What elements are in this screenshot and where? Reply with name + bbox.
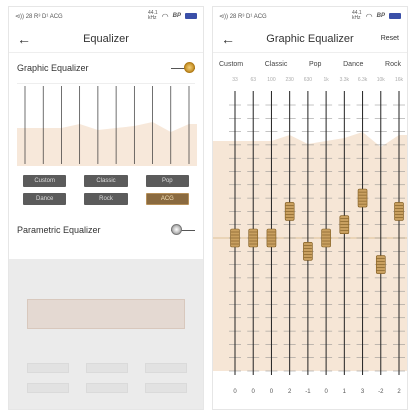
- graphic-eq-preview[interactable]: [17, 83, 197, 166]
- eq-sliders-area: [213, 91, 407, 381]
- status-left-text: ⊲)) 28 R³ D¹ ACG: [219, 13, 267, 20]
- status-left-text: ⊲)) 28 R³ D¹ ACG: [15, 13, 63, 20]
- eq-sliders: [213, 91, 407, 375]
- gain-value: 2: [397, 389, 401, 395]
- gain-value: 3: [360, 389, 365, 395]
- graphic-eq-label: Graphic Equalizer: [17, 63, 89, 73]
- frequency-label: 100: [267, 77, 276, 83]
- parametric-eq-toggle[interactable]: [171, 224, 195, 236]
- back-arrow-icon[interactable]: ←: [221, 31, 239, 47]
- frequency-label: 630: [303, 77, 313, 83]
- app-bar: ← Graphic Equalizer Reset: [213, 25, 407, 53]
- preset-button-rock[interactable]: Rock: [84, 193, 128, 205]
- frequency-labels: 33 63 100 230 630 1k 3.3k 6.3k 10k 16k: [213, 75, 407, 89]
- eq-preview-chart: [17, 86, 197, 166]
- page-title: Equalizer: [83, 32, 129, 45]
- gain-value: 0: [233, 389, 237, 395]
- gain-value: -1: [305, 389, 311, 395]
- status-bar: ⊲)) 28 R³ D¹ ACG 44.1 kHz ◠ BP: [213, 7, 407, 25]
- gain-value: 0: [251, 389, 255, 395]
- frequency-label: 10k: [376, 77, 385, 83]
- preset-button-pop[interactable]: Pop: [145, 175, 189, 187]
- preset-grid: Custom Classic Pop Dance Rock ACG: [9, 165, 203, 211]
- wifi-icon: ◠: [365, 11, 373, 21]
- toggle-knob-off: [171, 224, 182, 235]
- frequency-label: 16k: [394, 77, 404, 83]
- tab-rock[interactable]: Rock: [385, 61, 401, 68]
- sample-rate-unit: kHz: [351, 15, 361, 21]
- gain-values: 0 0 0 2 -1 0 1 3 -2 2: [213, 389, 407, 399]
- frequency-label: 3.3k: [339, 77, 350, 83]
- battery-icon: [389, 13, 401, 19]
- gain-value: 1: [342, 389, 346, 395]
- preset-button-dance[interactable]: Dance: [23, 193, 67, 205]
- parametric-eq-row: Parametric Equalizer: [9, 215, 203, 245]
- frequency-label: 230: [285, 77, 294, 83]
- wifi-icon: ◠: [161, 11, 169, 21]
- reset-button[interactable]: Reset: [381, 35, 399, 42]
- gain-value: 2: [287, 389, 292, 395]
- parametric-eq-curve-area: [27, 299, 185, 329]
- status-bar: ⊲)) 28 R³ D¹ ACG 44.1 kHz ◠ BP: [9, 7, 203, 25]
- parametric-eq-label: Parametric Equalizer: [17, 225, 101, 235]
- tab-pop[interactable]: Pop: [309, 61, 321, 68]
- graphic-equalizer-screen: ⊲)) 28 R³ D¹ ACG 44.1 kHz ◠ BP ← Graphic…: [212, 6, 408, 410]
- toggle-knob-on: [184, 62, 195, 73]
- tab-dance[interactable]: Dance: [343, 61, 363, 68]
- frequency-label: 33: [232, 77, 238, 83]
- frequency-label: 6.3k: [357, 77, 368, 83]
- back-arrow-icon[interactable]: ←: [17, 31, 35, 47]
- preset-button-custom[interactable]: Custom: [23, 175, 67, 187]
- preset-tabs: Custom Classic Pop Dance Rock: [213, 53, 407, 75]
- preset-button-classic[interactable]: Classic: [84, 175, 128, 187]
- eq-preview-curve: [17, 122, 197, 166]
- sample-rate-unit: kHz: [147, 15, 157, 21]
- gain-value: 0: [269, 389, 274, 395]
- graphic-eq-toggle[interactable]: [171, 62, 195, 74]
- tab-custom[interactable]: Custom: [219, 61, 243, 68]
- preset-button-acg[interactable]: ACG: [145, 193, 189, 205]
- frequency-label: 1k: [323, 77, 329, 83]
- gain-value: 0: [324, 389, 328, 395]
- gain-value: -2: [378, 389, 384, 395]
- tab-classic[interactable]: Classic: [265, 61, 288, 68]
- parametric-eq-disabled-panel: [9, 259, 203, 409]
- app-bar: ← Equalizer: [9, 25, 203, 53]
- page-title: Graphic Equalizer: [266, 32, 354, 45]
- brand-label: BP: [376, 13, 385, 19]
- equalizer-screen: ⊲)) 28 R³ D¹ ACG 44.1 kHz ◠ BP ← Equaliz…: [8, 6, 204, 410]
- brand-label: BP: [172, 13, 181, 19]
- battery-icon: [185, 13, 197, 19]
- graphic-eq-row: Graphic Equalizer: [9, 53, 203, 83]
- frequency-label: 63: [250, 77, 256, 83]
